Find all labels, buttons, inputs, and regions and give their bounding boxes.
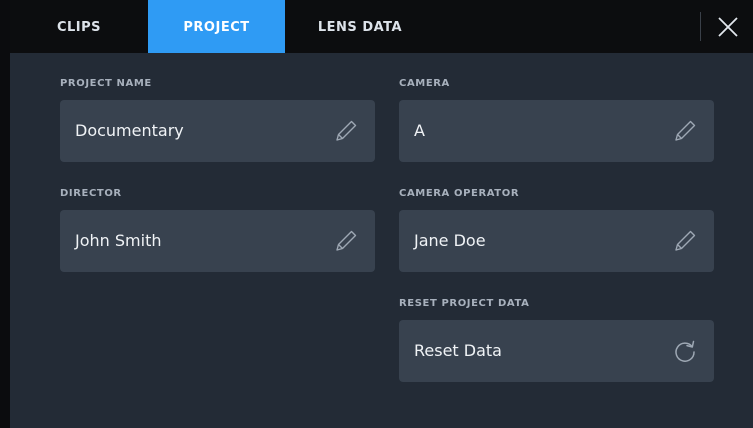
project-screen: CLIPS PROJECT LENS DATA PROJECT NAME Doc… <box>10 0 753 428</box>
director-label: DIRECTOR <box>60 188 122 199</box>
project-name-value: Documentary <box>75 121 184 140</box>
director-field[interactable]: John Smith <box>60 210 375 272</box>
director-value: John Smith <box>75 231 162 250</box>
tab-lens-data[interactable]: LENS DATA <box>285 0 435 53</box>
reset-data-button[interactable]: Reset Data <box>399 320 714 382</box>
project-name-label: PROJECT NAME <box>60 78 152 89</box>
reset-data-label: Reset Data <box>414 341 502 360</box>
pencil-icon <box>675 120 696 141</box>
pencil-icon <box>336 230 357 251</box>
close-icon <box>718 17 738 37</box>
tab-project[interactable]: PROJECT <box>148 0 285 53</box>
close-button[interactable] <box>710 9 746 45</box>
close-divider <box>700 12 701 41</box>
project-name-field[interactable]: Documentary <box>60 100 375 162</box>
camera-operator-field[interactable]: Jane Doe <box>399 210 714 272</box>
pencil-icon <box>336 120 357 141</box>
camera-value: A <box>414 121 425 140</box>
refresh-icon <box>675 340 695 362</box>
pencil-icon <box>675 230 696 251</box>
reset-project-data-label: RESET PROJECT DATA <box>399 298 530 309</box>
camera-operator-value: Jane Doe <box>414 231 486 250</box>
camera-label: CAMERA <box>399 78 450 89</box>
tab-bar: CLIPS PROJECT LENS DATA <box>10 0 753 53</box>
camera-field[interactable]: A <box>399 100 714 162</box>
camera-operator-label: CAMERA OPERATOR <box>399 188 520 199</box>
tab-clips[interactable]: CLIPS <box>10 0 148 53</box>
